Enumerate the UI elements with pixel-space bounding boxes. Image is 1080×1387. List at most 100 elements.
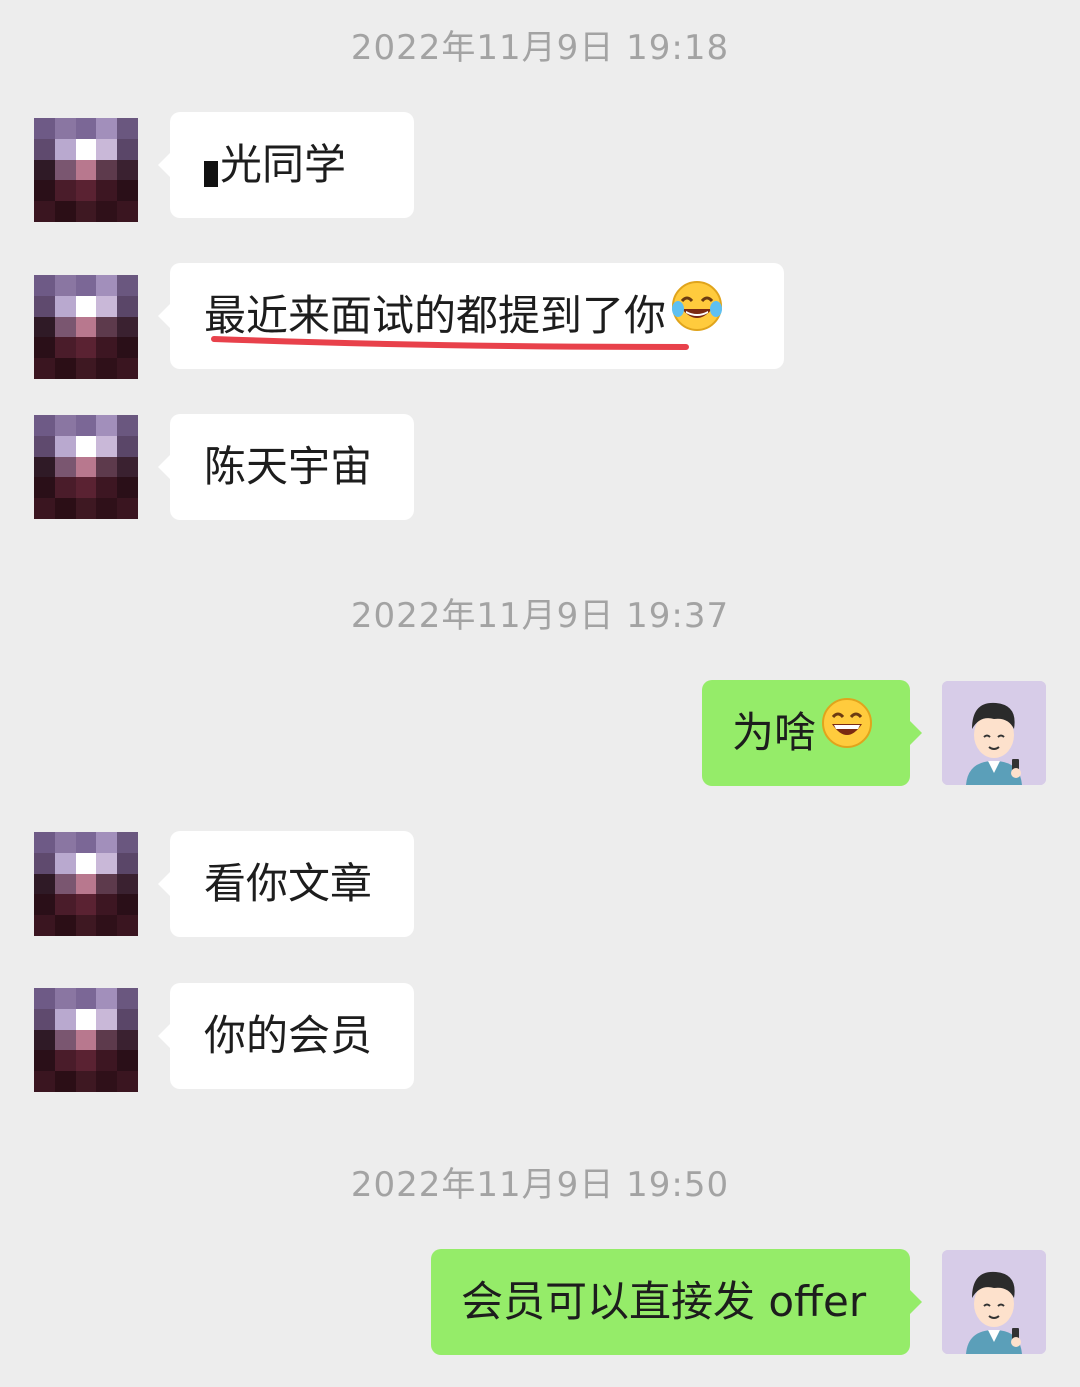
avatar-mosaic-cell xyxy=(96,1008,118,1030)
avatar-mosaic-cell xyxy=(34,180,55,202)
avatar-mosaic-cell xyxy=(75,498,97,519)
avatar-mosaic-cell xyxy=(96,415,118,436)
avatar-mosaic-cell xyxy=(54,873,76,895)
avatar-mosaic-cell xyxy=(54,988,76,1009)
avatar-mosaic-cell xyxy=(54,201,76,222)
timestamp: 2022年11月9日 19:50 xyxy=(350,1165,730,1205)
avatar-mosaic-cell xyxy=(54,435,76,457)
avatar-mosaic-cell xyxy=(117,118,138,139)
avatar-mosaic-cell xyxy=(117,832,138,853)
avatar-mosaic-cell xyxy=(117,275,138,296)
avatar-mosaic-cell xyxy=(75,915,97,936)
grinning-emoji-icon xyxy=(820,683,874,789)
avatar-mosaic-cell xyxy=(75,358,97,379)
avatar-mosaic-cell xyxy=(54,337,76,359)
avatar-mosaic-cell xyxy=(117,415,138,436)
avatar-mosaic-cell xyxy=(75,118,97,139)
avatar-mosaic-cell xyxy=(75,1050,97,1072)
avatar-mosaic-cell xyxy=(96,337,118,359)
avatar-mosaic-cell xyxy=(96,180,118,202)
avatar-mosaic-cell xyxy=(54,1050,76,1072)
avatar-mosaic-cell xyxy=(75,337,97,359)
incoming-message-bubble[interactable]: 光同学 xyxy=(158,112,414,218)
avatar-mosaic-cell xyxy=(117,337,138,359)
avatar-mosaic-cell xyxy=(54,915,76,936)
avatar-mosaic-cell xyxy=(96,894,118,916)
avatar-mosaic-cell xyxy=(117,138,138,160)
contact-avatar[interactable] xyxy=(34,832,138,936)
avatar-mosaic-cell xyxy=(117,1008,138,1030)
avatar-mosaic-cell xyxy=(75,1071,97,1092)
outgoing-message-bubble[interactable]: 为啥 xyxy=(702,680,922,789)
incoming-message-bubble[interactable]: 陈天宇宙 xyxy=(158,414,414,520)
avatar-mosaic-cell xyxy=(34,832,55,853)
avatar-mosaic-cell xyxy=(96,498,118,519)
contact-avatar[interactable] xyxy=(34,415,138,519)
outgoing-message-bubble[interactable]: 会员可以直接发 offer xyxy=(431,1249,922,1355)
incoming-message-bubble[interactable]: 你的会员 xyxy=(158,983,414,1089)
avatar-mosaic-cell xyxy=(34,337,55,359)
message-text: 你的会员 xyxy=(204,1011,373,1060)
avatar-mosaic-cell xyxy=(54,1029,76,1051)
avatar-mosaic-cell xyxy=(117,988,138,1009)
avatar-mosaic-cell xyxy=(96,832,118,853)
avatar-mosaic-cell xyxy=(75,832,97,853)
avatar-mosaic-cell xyxy=(34,358,55,379)
avatar-mosaic-cell xyxy=(96,275,118,296)
avatar-mosaic-cell xyxy=(75,435,97,457)
avatar-mosaic-cell xyxy=(117,915,138,936)
avatar-mosaic-cell xyxy=(34,456,55,478)
avatar-mosaic-cell xyxy=(54,159,76,181)
avatar-mosaic-cell xyxy=(54,295,76,317)
avatar-mosaic-cell xyxy=(117,894,138,916)
message-text: 最近来面试的都提到了你 xyxy=(204,291,667,340)
avatar-mosaic-cell xyxy=(96,138,118,160)
avatar-mosaic-cell xyxy=(96,477,118,499)
avatar-mosaic-cell xyxy=(34,1071,55,1092)
avatar-mosaic-cell xyxy=(54,358,76,379)
avatar-mosaic-cell xyxy=(96,358,118,379)
my-avatar[interactable] xyxy=(942,681,1046,785)
avatar-mosaic-cell xyxy=(96,1050,118,1072)
avatar-mosaic-cell xyxy=(34,1029,55,1051)
avatar-mosaic-cell xyxy=(117,477,138,499)
avatar-mosaic-cell xyxy=(34,201,55,222)
avatar-mosaic-cell xyxy=(54,832,76,853)
avatar-mosaic-cell xyxy=(96,456,118,478)
avatar-mosaic-cell xyxy=(34,295,55,317)
avatar-mosaic-cell xyxy=(117,180,138,202)
avatar-mosaic-cell xyxy=(54,138,76,160)
avatar-mosaic-cell xyxy=(96,915,118,936)
my-avatar[interactable] xyxy=(942,1250,1046,1354)
laughing-tears-emoji-icon xyxy=(670,266,724,372)
contact-avatar[interactable] xyxy=(34,988,138,1092)
avatar-mosaic-cell xyxy=(117,201,138,222)
avatar-mosaic-cell xyxy=(96,988,118,1009)
incoming-message-bubble[interactable]: 最近来面试的都提到了你 xyxy=(158,263,784,372)
avatar-mosaic-cell xyxy=(117,873,138,895)
avatar-mosaic-cell xyxy=(75,180,97,202)
contact-avatar[interactable] xyxy=(34,275,138,379)
message-text: 陈天宇宙 xyxy=(204,442,373,491)
avatar-mosaic-cell xyxy=(96,873,118,895)
avatar-mosaic-cell xyxy=(75,295,97,317)
avatar-mosaic-cell xyxy=(54,894,76,916)
contact-avatar[interactable] xyxy=(34,118,138,222)
avatar-mosaic-cell xyxy=(34,915,55,936)
avatar-mosaic-cell xyxy=(54,852,76,874)
avatar-mosaic-cell xyxy=(96,159,118,181)
avatar-mosaic-cell xyxy=(117,435,138,457)
avatar-mosaic-cell xyxy=(96,852,118,874)
avatar-mosaic-cell xyxy=(75,456,97,478)
avatar-mosaic-cell xyxy=(34,435,55,457)
redaction-mark xyxy=(204,160,218,187)
avatar-mosaic-cell xyxy=(75,852,97,874)
message-text: 看你文章 xyxy=(204,859,373,908)
avatar-mosaic-cell xyxy=(54,316,76,338)
avatar-mosaic-cell xyxy=(117,1050,138,1072)
avatar-mosaic-cell xyxy=(75,988,97,1009)
avatar-mosaic-cell xyxy=(96,316,118,338)
avatar-mosaic-cell xyxy=(75,894,97,916)
incoming-message-bubble[interactable]: 看你文章 xyxy=(158,831,414,937)
avatar-mosaic-cell xyxy=(75,138,97,160)
